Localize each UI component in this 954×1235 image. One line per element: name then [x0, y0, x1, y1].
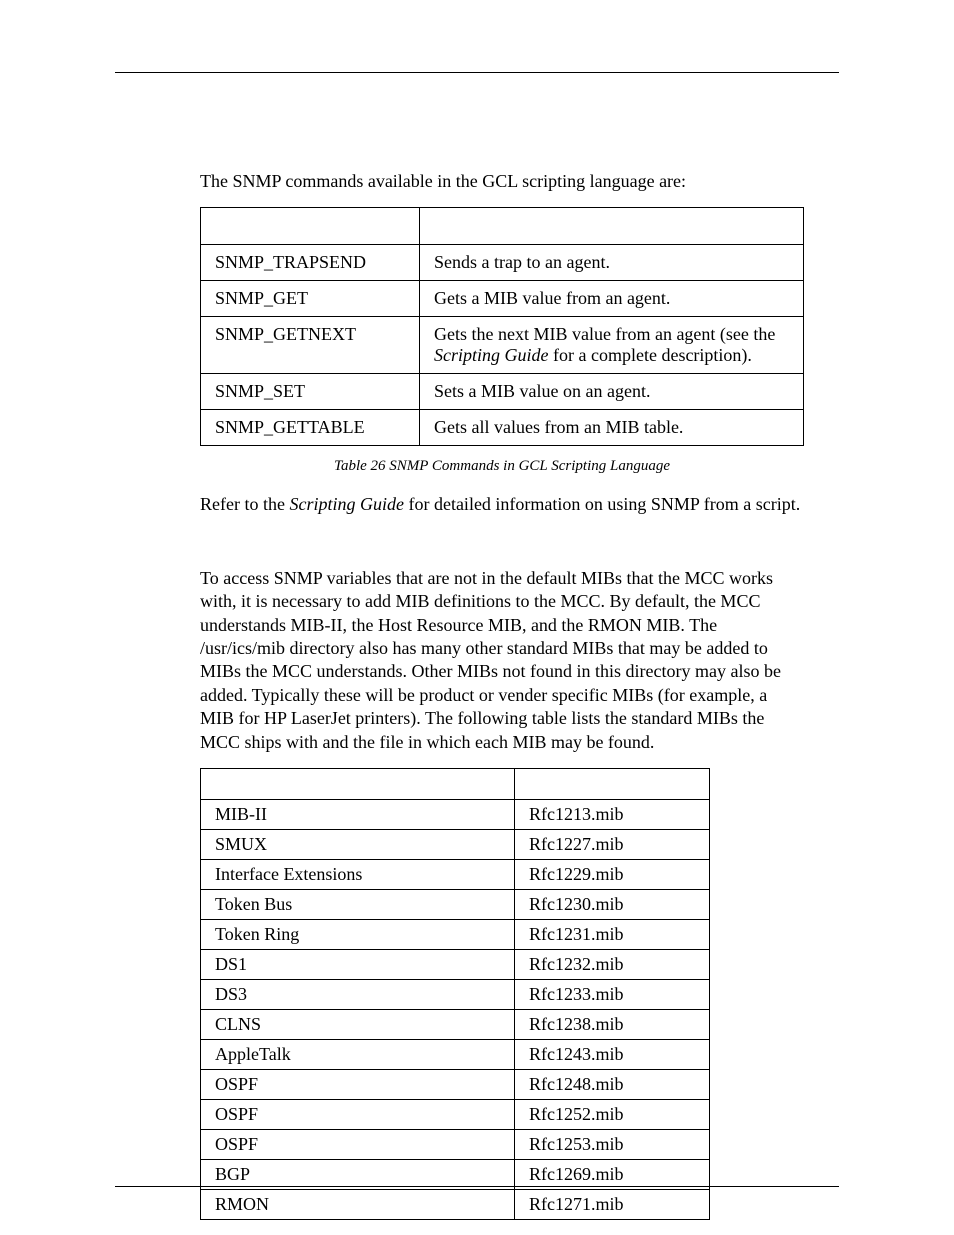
- mib-file-cell: Rfc1253.mib: [515, 1129, 710, 1159]
- mib-file-cell: Rfc1227.mib: [515, 829, 710, 859]
- table-header-cell: [515, 768, 710, 799]
- mib-name-cell: RMON: [201, 1189, 515, 1219]
- table-header-cell: [201, 208, 420, 245]
- mib-name-cell: DS3: [201, 979, 515, 1009]
- command-cell: SNMP_GET: [201, 281, 420, 317]
- page-content: The SNMP commands available in the GCL s…: [200, 170, 804, 1220]
- mib-file-cell: Rfc1238.mib: [515, 1009, 710, 1039]
- text-segment: Sends a trap to an agent.: [434, 252, 610, 272]
- table-row: Interface ExtensionsRfc1229.mib: [201, 859, 710, 889]
- table-row: OSPFRfc1253.mib: [201, 1129, 710, 1159]
- mib-name-cell: Interface Extensions: [201, 859, 515, 889]
- mib-file-cell: Rfc1232.mib: [515, 949, 710, 979]
- mib-name-cell: OSPF: [201, 1129, 515, 1159]
- table-row: DS1Rfc1232.mib: [201, 949, 710, 979]
- command-cell: SNMP_GETTABLE: [201, 410, 420, 446]
- text-segment: Gets all values from an MIB table.: [434, 417, 683, 437]
- table-header-row: [201, 208, 804, 245]
- table-row: CLNSRfc1238.mib: [201, 1009, 710, 1039]
- command-cell: SNMP_TRAPSEND: [201, 245, 420, 281]
- command-cell: SNMP_SET: [201, 374, 420, 410]
- table-row: SNMP_GETNEXT Gets the next MIB value from…: [201, 317, 804, 374]
- mib-file-cell: Rfc1271.mib: [515, 1189, 710, 1219]
- mib-file-cell: Rfc1248.mib: [515, 1069, 710, 1099]
- text-segment: Gets a MIB value from an agent.: [434, 288, 670, 308]
- mib-file-cell: Rfc1243.mib: [515, 1039, 710, 1069]
- command-cell: SNMP_GETNEXT: [201, 317, 420, 374]
- table-row: SNMP_TRAPSEND Sends a trap to an agent.: [201, 245, 804, 281]
- table-row: OSPFRfc1252.mib: [201, 1099, 710, 1129]
- table-header-cell: [420, 208, 804, 245]
- refer-paragraph: Refer to the Scripting Guide for detaile…: [200, 493, 804, 516]
- vertical-spacer: [200, 531, 804, 567]
- table-row: SMUXRfc1227.mib: [201, 829, 710, 859]
- mib-name-cell: AppleTalk: [201, 1039, 515, 1069]
- mib-name-cell: CLNS: [201, 1009, 515, 1039]
- page: The SNMP commands available in the GCL s…: [0, 0, 954, 1235]
- table-header-row: [201, 768, 710, 799]
- header-rule: [115, 72, 839, 73]
- mib-name-cell: DS1: [201, 949, 515, 979]
- description-cell: Sets a MIB value on an agent.: [420, 374, 804, 410]
- mib-files-table: MIB-IIRfc1213.mibSMUXRfc1227.mibInterfac…: [200, 768, 710, 1220]
- table-row: MIB-IIRfc1213.mib: [201, 799, 710, 829]
- mib-name-cell: BGP: [201, 1159, 515, 1189]
- text-segment: for a complete description).: [549, 345, 752, 365]
- text-segment: Gets the next MIB value from an agent (s…: [434, 324, 775, 344]
- description-cell: Gets all values from an MIB table.: [420, 410, 804, 446]
- text-segment: for detailed information on using SNMP f…: [404, 494, 800, 514]
- table-row: Token RingRfc1231.mib: [201, 919, 710, 949]
- mib-file-cell: Rfc1229.mib: [515, 859, 710, 889]
- footer-rule: [115, 1186, 839, 1187]
- text-segment: Sets a MIB value on an agent.: [434, 381, 650, 401]
- table-row: OSPFRfc1248.mib: [201, 1069, 710, 1099]
- table-row: AppleTalkRfc1243.mib: [201, 1039, 710, 1069]
- table-header-cell: [201, 768, 515, 799]
- mib-name-cell: OSPF: [201, 1069, 515, 1099]
- scripting-guide-emphasis: Scripting Guide: [434, 345, 549, 365]
- mib-name-cell: Token Bus: [201, 889, 515, 919]
- table-row: Token BusRfc1230.mib: [201, 889, 710, 919]
- table-row: SNMP_GETTABLE Gets all values from an MIB…: [201, 410, 804, 446]
- scripting-guide-emphasis: Scripting Guide: [289, 494, 404, 514]
- intro-paragraph: The SNMP commands available in the GCL s…: [200, 170, 804, 193]
- snmp-commands-table: SNMP_TRAPSENDSends a trap to an agent.SN…: [200, 207, 804, 446]
- table-row: BGPRfc1269.mib: [201, 1159, 710, 1189]
- mib-access-paragraph: To access SNMP variables that are not in…: [200, 567, 804, 754]
- mib-name-cell: MIB-II: [201, 799, 515, 829]
- table-row: RMONRfc1271.mib: [201, 1189, 710, 1219]
- mib-name-cell: SMUX: [201, 829, 515, 859]
- description-cell: Sends a trap to an agent.: [420, 245, 804, 281]
- mib-file-cell: Rfc1252.mib: [515, 1099, 710, 1129]
- mib-name-cell: OSPF: [201, 1099, 515, 1129]
- mib-file-cell: Rfc1269.mib: [515, 1159, 710, 1189]
- table-row: SNMP_SET Sets a MIB value on an agent.: [201, 374, 804, 410]
- description-cell: Gets the next MIB value from an agent (s…: [420, 317, 804, 374]
- mib-file-cell: Rfc1230.mib: [515, 889, 710, 919]
- mib-file-cell: Rfc1231.mib: [515, 919, 710, 949]
- table-row: DS3Rfc1233.mib: [201, 979, 710, 1009]
- text-segment: Refer to the: [200, 494, 289, 514]
- description-cell: Gets a MIB value from an agent.: [420, 281, 804, 317]
- table-row: SNMP_GET Gets a MIB value from an agent.: [201, 281, 804, 317]
- mib-file-cell: Rfc1233.mib: [515, 979, 710, 1009]
- mib-name-cell: Token Ring: [201, 919, 515, 949]
- table-caption: Table 26 SNMP Commands in GCL Scripting …: [200, 458, 804, 475]
- mib-file-cell: Rfc1213.mib: [515, 799, 710, 829]
